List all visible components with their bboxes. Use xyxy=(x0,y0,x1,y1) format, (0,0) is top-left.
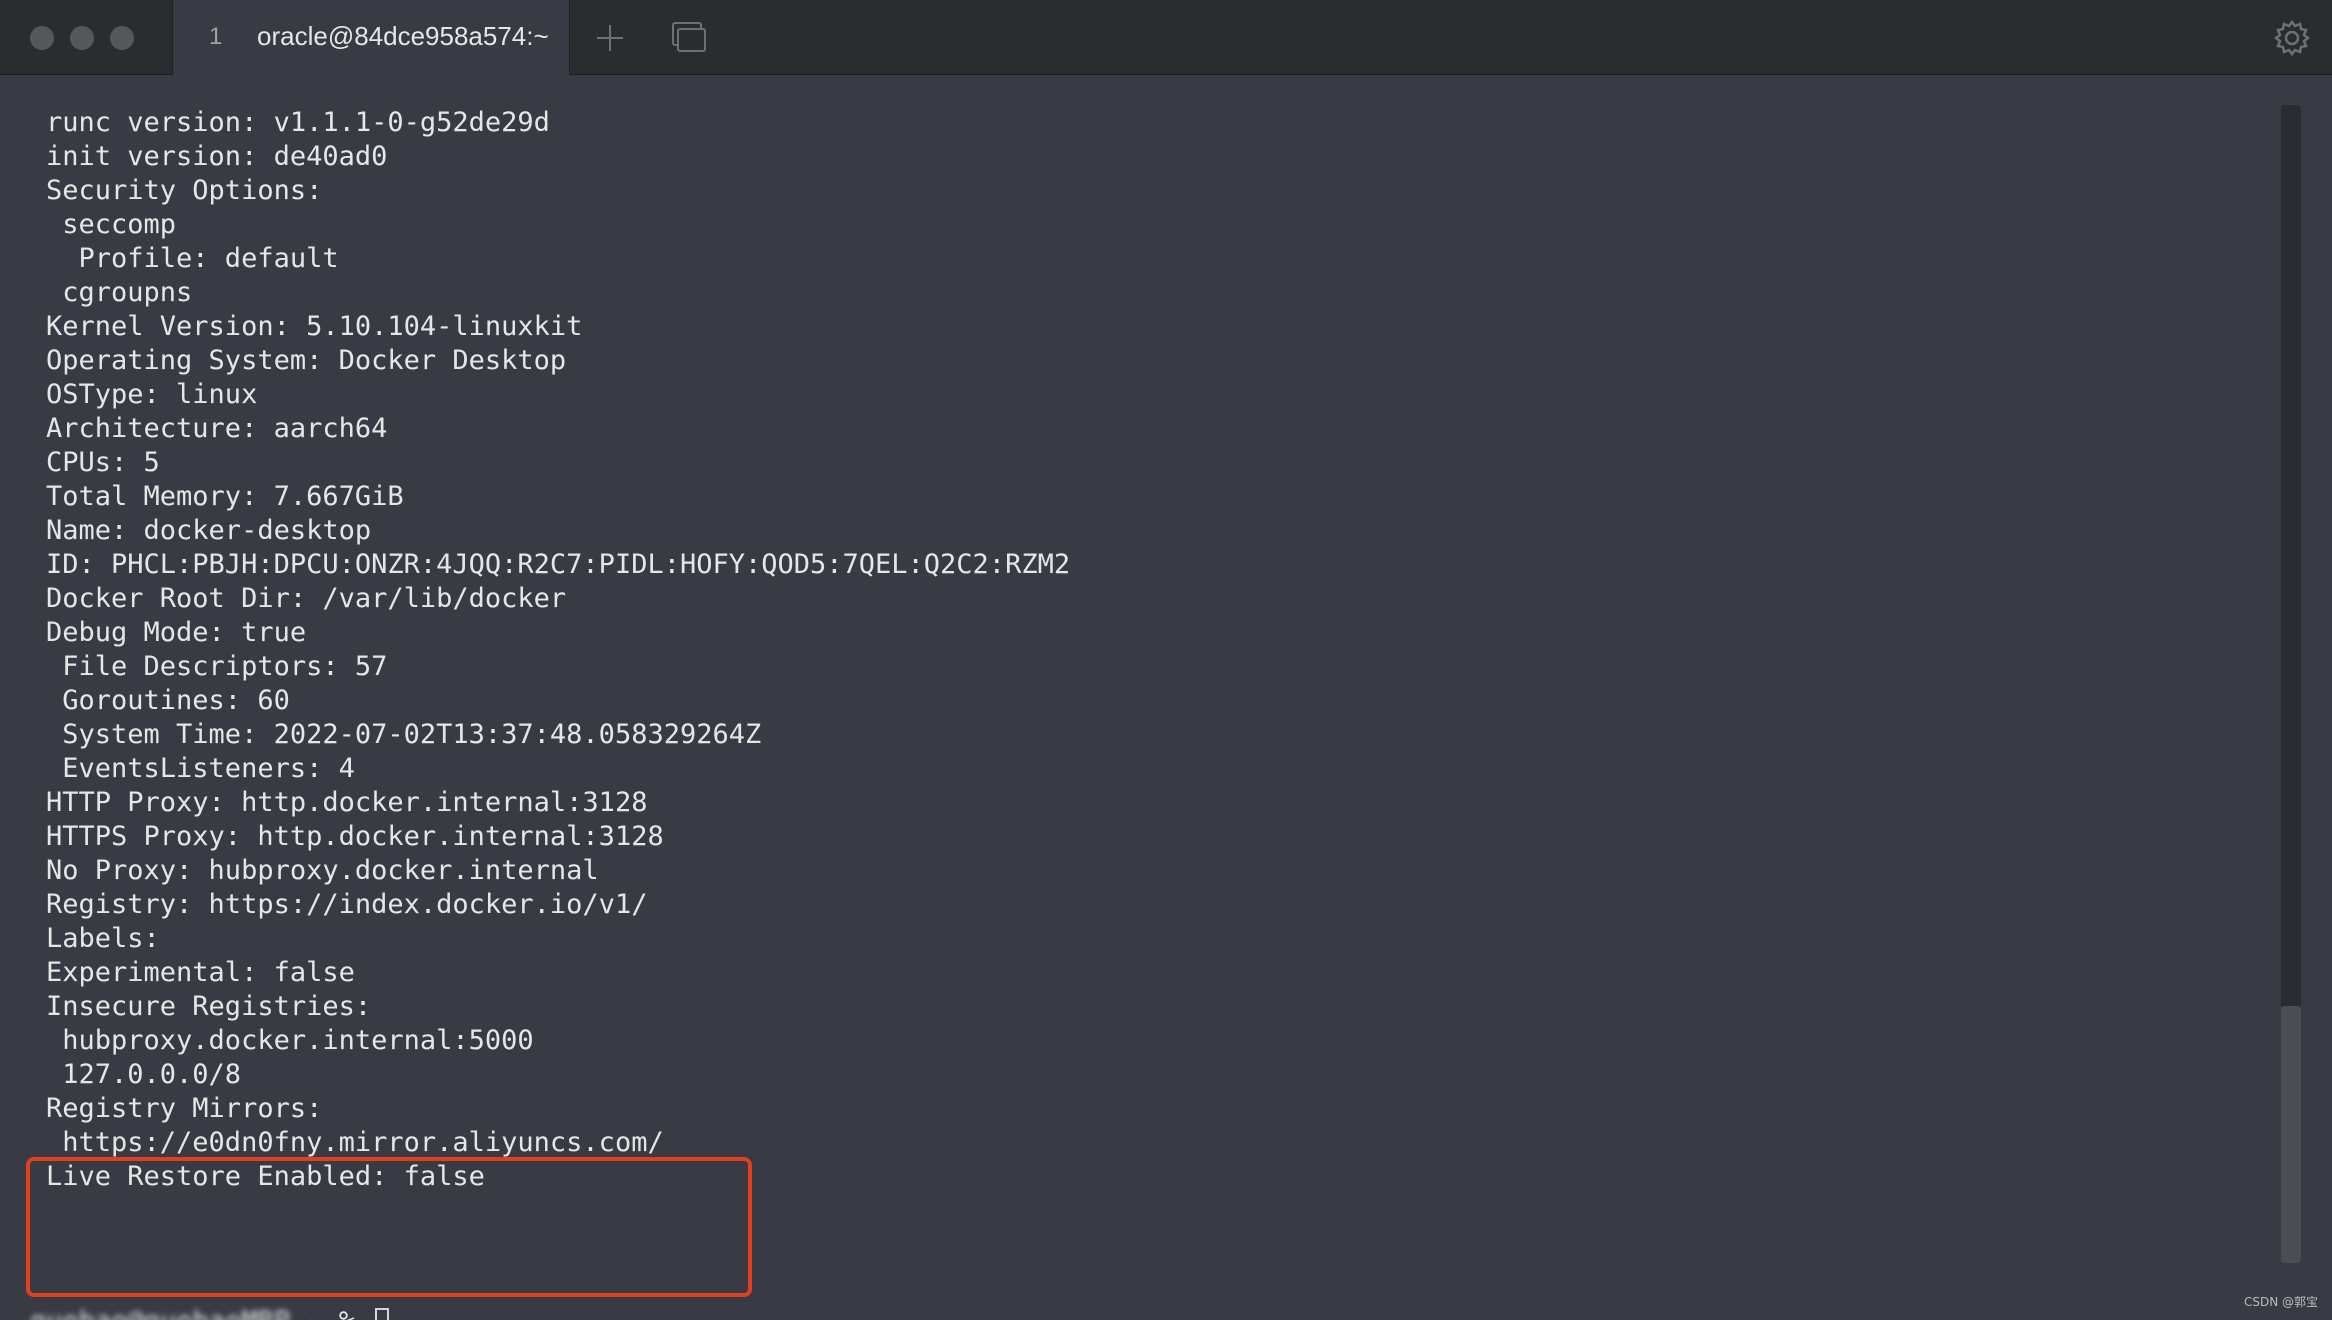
prompt-user-host: guobao@guobaoMBP xyxy=(30,1306,290,1320)
terminal-line: 127.0.0.0/8 xyxy=(46,1059,242,1090)
terminal-line: Debug Mode: true xyxy=(46,617,307,648)
terminal-line: Registry: https://index.docker.io/v1/ xyxy=(46,889,648,920)
terminal-line: https://e0dn0fny.mirror.aliyuncs.com/ xyxy=(46,1127,664,1158)
terminal-line: EventsListeners: 4 xyxy=(46,753,355,784)
minimize-icon[interactable] xyxy=(70,26,94,50)
tab-active[interactable]: 1 oracle@84dce958a574:~ xyxy=(172,0,570,75)
terminal-line: System Time: 2022-07-02T13:37:48.0583292… xyxy=(46,719,762,750)
terminal-line: HTTP Proxy: http.docker.internal:3128 xyxy=(46,787,648,818)
terminal-line: Experimental: false xyxy=(46,957,355,988)
terminal-line: Registry Mirrors: xyxy=(46,1093,323,1124)
prompt-suffix: ~ % xyxy=(290,1306,371,1320)
tab-title: oracle@84dce958a574:~ xyxy=(257,21,549,51)
terminal-line: ID: PHCL:PBJH:DPCU:ONZR:4JQQ:R2C7:PIDL:H… xyxy=(46,549,1071,580)
maximize-icon[interactable] xyxy=(110,26,134,50)
terminal-line: Kernel Version: 5.10.104-linuxkit xyxy=(46,311,583,342)
tab-number: 1 xyxy=(209,23,223,50)
tab-bar: 1 oracle@84dce958a574:~ xyxy=(0,0,2332,75)
terminal-line: Security Options: xyxy=(46,175,323,206)
terminal-line: HTTPS Proxy: http.docker.internal:3128 xyxy=(46,821,664,852)
terminal-line: Architecture: aarch64 xyxy=(46,413,388,444)
terminal-line: seccomp xyxy=(46,209,177,240)
terminal-output-area[interactable]: runc version: v1.1.1-0-g52de29d init vers… xyxy=(0,75,2290,1320)
terminal-output: runc version: v1.1.1-0-g52de29d init vers… xyxy=(46,106,1070,1194)
terminal-line: File Descriptors: 57 xyxy=(46,651,388,682)
terminal-line: Labels: xyxy=(46,923,160,954)
terminal-line: OSType: linux xyxy=(46,379,258,410)
terminal-line: Docker Root Dir: /var/lib/docker xyxy=(46,583,567,614)
plus-icon[interactable] xyxy=(592,20,628,56)
terminal-line: runc version: v1.1.1-0-g52de29d xyxy=(46,107,550,138)
shell-prompt[interactable]: guobao@guobaoMBP ~ % xyxy=(30,1302,390,1320)
terminal-line: Profile: default xyxy=(46,243,339,274)
terminal-line: Goroutines: 60 xyxy=(46,685,290,716)
tabs-overview-icon[interactable] xyxy=(672,22,706,52)
terminal-line: Insecure Registries: xyxy=(46,991,372,1022)
terminal-line: cgroupns xyxy=(46,277,193,308)
scrollbar-thumb[interactable] xyxy=(2281,1006,2301,1263)
registry-mirrors-highlight xyxy=(26,1157,752,1297)
gear-icon[interactable] xyxy=(2272,18,2312,58)
terminal-line: Total Memory: 7.667GiB xyxy=(46,481,404,512)
text-cursor xyxy=(375,1307,390,1320)
terminal-line: init version: de40ad0 xyxy=(46,141,388,172)
terminal-line: hubproxy.docker.internal:5000 xyxy=(46,1025,534,1056)
terminal-line: Operating System: Docker Desktop xyxy=(46,345,567,376)
terminal-line: Name: docker-desktop xyxy=(46,515,372,546)
terminal-line: No Proxy: hubproxy.docker.internal xyxy=(46,855,599,886)
terminal-window: 1 oracle@84dce958a574:~ runc version: v1… xyxy=(0,0,2332,1320)
watermark: CSDN @郭宝 xyxy=(2243,1295,2318,1309)
terminal-line: CPUs: 5 xyxy=(46,447,160,478)
close-icon[interactable] xyxy=(30,26,54,50)
